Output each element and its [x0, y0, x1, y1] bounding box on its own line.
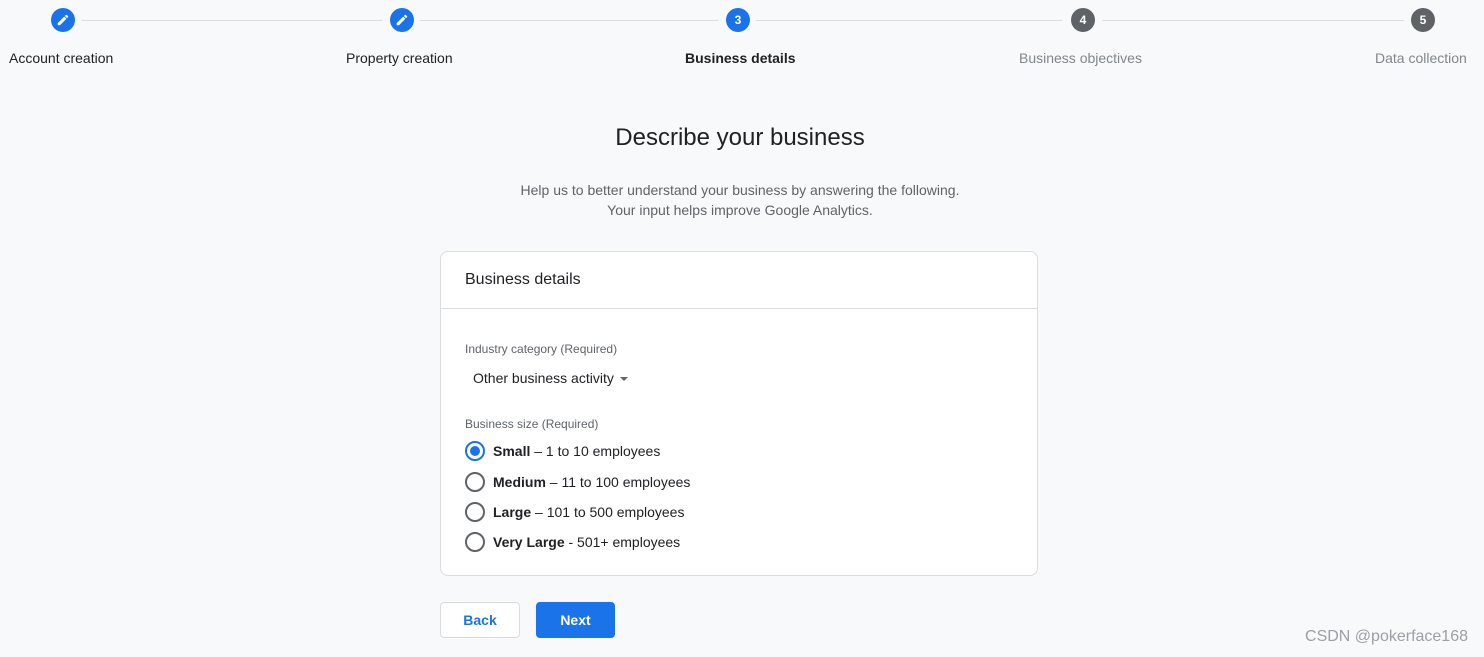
pencil-icon	[57, 14, 69, 26]
step-4-label: Business objectives	[1019, 50, 1142, 66]
option-detail: - 501+ employees	[564, 534, 681, 550]
business-size-option-medium[interactable]: Medium – 11 to 100 employees	[465, 472, 690, 492]
page-title: Describe your business	[615, 124, 865, 151]
business-size-label: Business size (Required)	[465, 417, 599, 431]
step-connector	[420, 20, 718, 21]
industry-category-label: Industry category (Required)	[465, 342, 618, 356]
step-1-marker[interactable]	[51, 8, 75, 32]
business-size-option-large[interactable]: Large – 101 to 500 employees	[465, 502, 684, 522]
option-detail: – 101 to 500 employees	[531, 504, 685, 520]
option-detail: – 11 to 100 employees	[545, 474, 691, 490]
step-2-label[interactable]: Property creation	[346, 50, 453, 66]
step-4-marker: 4	[1071, 8, 1095, 32]
card-header: Business details	[441, 252, 1037, 309]
step-connector	[1102, 20, 1404, 21]
business-details-card: Business details Industry category (Requ…	[440, 251, 1038, 576]
radio-button-checked[interactable]	[465, 441, 485, 461]
radio-button[interactable]	[465, 502, 485, 522]
next-button[interactable]: Next	[536, 602, 615, 638]
pencil-icon	[396, 14, 408, 26]
step-5-marker: 5	[1411, 8, 1435, 32]
business-size-option-small[interactable]: Small – 1 to 10 employees	[465, 441, 660, 461]
step-connector	[756, 20, 1062, 21]
industry-category-select[interactable]: Other business activity	[465, 368, 636, 388]
subtitle-line-2: Your input helps improve Google Analytic…	[607, 202, 873, 218]
business-size-option-very-large[interactable]: Very Large - 501+ employees	[465, 532, 680, 552]
step-3-label: Business details	[685, 50, 796, 66]
step-2-marker[interactable]	[390, 8, 414, 32]
subtitle-line-1: Help us to better understand your busine…	[520, 182, 960, 198]
option-name: Small	[493, 443, 531, 459]
step-5-label: Data collection	[1375, 50, 1467, 66]
option-name: Large	[493, 504, 532, 520]
step-3-marker: 3	[726, 8, 750, 32]
page-subtitle: Help us to better understand your busine…	[0, 180, 1480, 220]
industry-category-value: Other business activity	[473, 370, 614, 386]
radio-button[interactable]	[465, 532, 485, 552]
back-button[interactable]: Back	[440, 602, 520, 638]
option-detail: – 1 to 10 employees	[530, 443, 661, 459]
radio-button[interactable]	[465, 472, 485, 492]
option-name: Medium	[493, 474, 546, 490]
dropdown-arrow-icon	[619, 376, 628, 381]
step-1-label[interactable]: Account creation	[9, 50, 113, 66]
stepper: Account creation Property creation 3 Bus…	[0, 0, 1484, 80]
option-name: Very Large	[493, 534, 565, 550]
step-connector	[82, 20, 382, 21]
watermark: CSDN @pokerface168	[1305, 628, 1468, 645]
